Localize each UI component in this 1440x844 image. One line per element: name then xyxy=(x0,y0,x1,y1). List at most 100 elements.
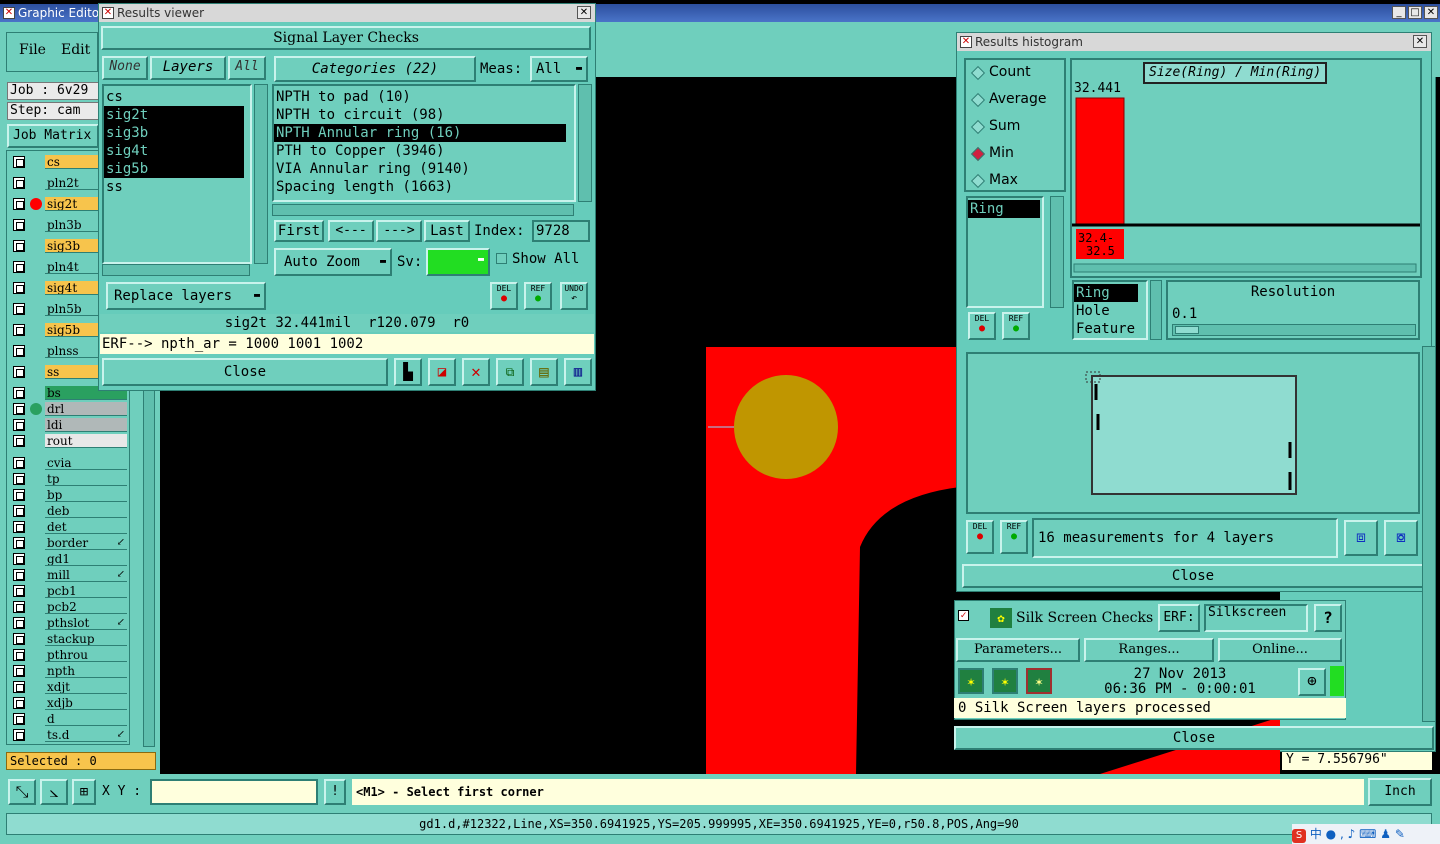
layer-checkbox[interactable] xyxy=(13,697,25,709)
first-button[interactable]: First xyxy=(274,220,324,242)
wrench-icon[interactable]: ✎ xyxy=(1395,827,1405,841)
job-matrix-button[interactable]: Job Matrix xyxy=(7,124,99,148)
category-item[interactable]: PTH to Copper (3946) xyxy=(274,142,566,160)
type-scrollbar[interactable] xyxy=(1150,280,1162,340)
type-list[interactable]: Ring Hole Feature xyxy=(1072,280,1148,340)
layer-item[interactable]: ts.d ↙ xyxy=(45,728,127,742)
silk-erf-value[interactable]: Silkscreen xyxy=(1204,604,1308,632)
user-icon[interactable]: ♟ xyxy=(1380,827,1391,841)
measure-icon[interactable]: ⦣ xyxy=(40,779,68,805)
clear-icon[interactable]: ✕ xyxy=(462,358,490,386)
results-layer-list[interactable]: cs sig2t sig3b sig4t sig5b ss xyxy=(102,84,252,264)
xy-input[interactable] xyxy=(150,779,318,805)
layer-item[interactable]: pthrou xyxy=(45,648,127,662)
layer-checkbox[interactable] xyxy=(13,240,25,252)
silk-help-button[interactable]: ? xyxy=(1314,604,1342,632)
silk-run-icon-3[interactable]: ✶ xyxy=(1026,668,1052,694)
layer-checkbox[interactable] xyxy=(13,665,25,677)
layer-item[interactable]: tp xyxy=(45,472,127,486)
categories-button[interactable]: Categories (22) xyxy=(274,56,476,82)
silk-online-button[interactable]: Online... xyxy=(1218,638,1342,662)
results-layer-scrollbar[interactable] xyxy=(254,84,268,264)
layer-checkbox[interactable] xyxy=(13,324,25,336)
layers-none-button[interactable]: None xyxy=(102,56,148,80)
replace-layers-dropdown[interactable]: Replace layers ▬ xyxy=(106,282,266,310)
layer-item[interactable]: bp xyxy=(45,488,127,502)
layer-checkbox[interactable] xyxy=(13,681,25,693)
show-all-checkbox[interactable] xyxy=(496,253,507,264)
layer-item[interactable]: stackup xyxy=(45,632,127,646)
layers-all-button[interactable]: All xyxy=(228,56,266,80)
layer-checkbox[interactable] xyxy=(13,435,25,447)
meas-dropdown[interactable]: All ▬ xyxy=(530,56,588,82)
layer-checkbox[interactable] xyxy=(13,649,25,661)
silk-erf-button[interactable]: ERF: xyxy=(1158,604,1200,632)
next-button[interactable]: ---> xyxy=(376,220,422,242)
report-icon[interactable]: ▤ xyxy=(530,358,558,386)
layer-checkbox[interactable] xyxy=(13,713,25,725)
layer-checkbox[interactable] xyxy=(13,457,25,469)
result-layer-item[interactable]: ss xyxy=(104,178,244,196)
resolution-slider-thumb[interactable] xyxy=(1175,326,1199,334)
layer-item[interactable]: pcb2 xyxy=(45,600,127,614)
histogram-bar[interactable] xyxy=(1075,97,1125,225)
categories-scrollbar[interactable] xyxy=(578,84,592,202)
auto-zoom-dropdown[interactable]: Auto Zoom ▬ xyxy=(274,248,392,276)
silk-zoom-icon[interactable]: ⊕ xyxy=(1298,668,1326,696)
layer-checkbox[interactable] xyxy=(13,403,25,415)
layer-checkbox[interactable] xyxy=(13,489,25,501)
list-item-ring[interactable]: Ring xyxy=(968,200,1040,218)
layer-checkbox[interactable] xyxy=(13,282,25,294)
alert-button[interactable]: ! xyxy=(324,779,346,805)
checklist-scrollbar[interactable] xyxy=(1422,346,1436,722)
category-item[interactable]: VIA Annular ring (9140) xyxy=(274,160,566,178)
layer-checkbox[interactable] xyxy=(13,633,25,645)
layer-preview[interactable] xyxy=(966,352,1420,514)
snap-icon[interactable]: ⊞ xyxy=(72,779,96,805)
results-viewer-close-x[interactable]: ✕ xyxy=(577,6,591,19)
silk-parameters-button[interactable]: Parameters... xyxy=(956,638,1080,662)
result-layer-item[interactable]: sig5b xyxy=(104,160,244,178)
layer-item[interactable]: rout xyxy=(45,434,127,448)
layer-checkbox[interactable] xyxy=(13,177,25,189)
category-item[interactable]: NPTH to circuit (98) xyxy=(274,106,566,124)
layer-checkbox[interactable] xyxy=(13,303,25,315)
silk-ranges-button[interactable]: Ranges... xyxy=(1084,638,1214,662)
layer-compare-icon[interactable]: ⧉ xyxy=(496,358,524,386)
sv-color-dropdown[interactable]: ▬ xyxy=(426,248,490,276)
layer-item[interactable]: deb xyxy=(45,504,127,518)
last-button[interactable]: Last xyxy=(424,220,470,242)
layer-checkbox[interactable] xyxy=(13,537,25,549)
result-layer-item[interactable]: sig3b xyxy=(104,124,244,142)
ime-s-icon[interactable]: S xyxy=(1292,829,1306,843)
layer-checkbox[interactable] xyxy=(13,729,25,741)
hist2-del-button[interactable]: DEL ● xyxy=(966,520,994,554)
histogram-close-x[interactable]: ✕ xyxy=(1413,35,1427,48)
layer-checkbox[interactable] xyxy=(13,601,25,613)
zoom-icon[interactable]: ⤡ xyxy=(8,779,36,805)
silk-enable-checkbox[interactable]: ✓ xyxy=(958,610,969,621)
menu-file[interactable]: File xyxy=(19,42,46,58)
layers-button[interactable]: Layers xyxy=(150,56,226,80)
layer-item[interactable]: ldi xyxy=(45,418,127,432)
layer-item[interactable]: npth xyxy=(45,664,127,678)
units-button[interactable]: Inch xyxy=(1368,778,1432,806)
layer-checkbox[interactable] xyxy=(13,345,25,357)
fit-board-icon[interactable]: ⧇ xyxy=(1384,520,1418,556)
hist-del-button[interactable]: DEL ● xyxy=(968,312,996,340)
layer-item[interactable]: gd1 xyxy=(45,552,127,566)
layer-item[interactable]: det xyxy=(45,520,127,534)
layer-item[interactable]: mill ↙ xyxy=(45,568,127,582)
silk-run-icon-2[interactable]: ✶ xyxy=(992,668,1018,694)
maximize-button[interactable]: □ xyxy=(1408,6,1422,19)
menu-edit[interactable]: Edit xyxy=(61,42,90,58)
type-item[interactable]: Feature xyxy=(1074,320,1138,338)
layer-item[interactable]: xdjt xyxy=(45,680,127,694)
resolution-slider[interactable] xyxy=(1172,324,1416,336)
silk-run-icon-1[interactable]: ✶ xyxy=(958,668,984,694)
histogram-icon[interactable]: ▥ xyxy=(564,358,592,386)
index-input[interactable]: 9728 xyxy=(532,220,590,242)
result-layer-item[interactable]: cs xyxy=(104,88,244,106)
result-layer-item[interactable]: sig4t xyxy=(104,142,244,160)
categories-list[interactable]: NPTH to pad (10) NPTH to circuit (98) NPTH… xyxy=(272,84,576,202)
